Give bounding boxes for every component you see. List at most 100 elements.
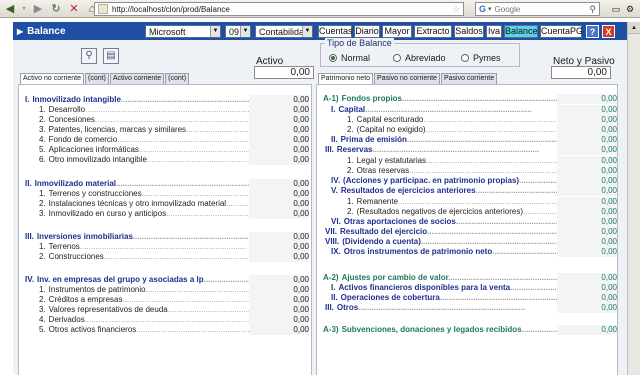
row-value: 0,00 — [557, 237, 617, 247]
row-number: III. — [325, 303, 334, 312]
leader-dots: ........................................… — [146, 155, 251, 164]
page-title: Balance — [27, 25, 66, 37]
tab-saldos[interactable]: Saldos — [454, 25, 484, 38]
row-value: 0,00 — [249, 252, 309, 262]
radio-abreviado[interactable]: Abreviado — [393, 53, 446, 63]
magnifier-icon[interactable]: ⚲ — [81, 48, 97, 64]
tab-pasivo-corriente[interactable]: Pasivo corriente — [440, 73, 498, 84]
row-label: Inmovilizado intangible — [32, 95, 121, 104]
bookmark-star-icon[interactable]: ☆ — [452, 4, 460, 15]
row-number: 1. — [347, 197, 354, 206]
row-value: 0,00 — [557, 273, 617, 283]
app-title: ▶ Balance — [17, 26, 66, 37]
row-label: Capital escriturado — [356, 115, 424, 124]
balance-row: 3. Valores representativos de deuda......… — [39, 305, 251, 315]
tab-iva[interactable]: Iva — [486, 25, 502, 38]
scrollbar[interactable]: ▲ — [627, 22, 640, 375]
row-label: Otras aportaciones de socios — [343, 217, 456, 226]
page-icon[interactable]: ▭ — [611, 3, 621, 15]
leader-dots: ........................................… — [79, 242, 247, 251]
url-text: http://localhost/clon/prod/Balance — [112, 4, 230, 14]
row-label: Derivados — [48, 315, 85, 324]
balance-row: 1. Terrenos y construcciones.............… — [39, 189, 251, 199]
row-value: 0,00 — [249, 125, 309, 135]
row-number: 2. — [39, 115, 46, 124]
tipo-balance-group: Tipo de Balance Normal Abreviado Pymes — [320, 38, 520, 67]
row-number: A-2) — [323, 273, 339, 282]
tab-balance[interactable]: Balance — [504, 25, 538, 38]
leader-dots: ........................................… — [439, 293, 561, 302]
search-engine-icon[interactable]: G — [479, 4, 486, 14]
radio-normal[interactable]: Normal — [329, 53, 370, 63]
balance-row: A-1) Fondos propios......................… — [323, 94, 561, 104]
tab-cuentas[interactable]: Cuentas — [318, 25, 353, 38]
row-label: Remanente — [356, 197, 399, 206]
tab-activo-corriente[interactable]: Activo corriente — [109, 73, 165, 84]
balance-row: IV. (Acciones y participac. en patrimonio… — [331, 176, 561, 186]
row-value: 0,00 — [249, 305, 309, 315]
back-icon[interactable]: ◀ — [2, 1, 18, 17]
row-number: 4. — [39, 315, 46, 324]
row-number: 1. — [39, 285, 46, 294]
period-select[interactable]: 09 ▼ — [225, 25, 251, 38]
row-value: 0,00 — [557, 283, 617, 293]
tab-extracto[interactable]: Extracto — [414, 25, 452, 38]
leader-dots: ........................................… — [365, 105, 532, 114]
org-select[interactable]: Microsoft ▼ — [145, 25, 221, 38]
stop-icon[interactable]: ✕ — [66, 1, 82, 17]
reload-icon[interactable]: ↻ — [48, 1, 64, 17]
row-number: VI. — [331, 217, 341, 226]
url-bar[interactable]: http://localhost/clon/prod/Balance ☆ — [94, 2, 464, 16]
row-value: 0,00 — [557, 217, 617, 227]
search-input[interactable] — [494, 4, 565, 14]
chevron-down-icon: ▼ — [302, 26, 312, 37]
tab-cuentapg[interactable]: CuentaPG — [540, 25, 583, 38]
pasivo-tabs: Patrimonio neto Pasivo no corriente Pasi… — [318, 73, 498, 84]
tab-patrimonio-neto[interactable]: Patrimonio neto — [318, 73, 374, 84]
leader-dots: ........................................… — [398, 197, 561, 206]
leader-dots: ........................................… — [519, 176, 561, 185]
row-label: Activos financieros disponibles para la … — [338, 283, 511, 292]
back-dropdown-icon[interactable]: ▾ — [20, 1, 28, 17]
search-icon[interactable]: ⚲ — [589, 4, 596, 15]
row-number: 2. — [347, 166, 354, 175]
tab-mayor[interactable]: Mayor — [382, 25, 412, 38]
leader-dots: ........................................… — [85, 105, 251, 114]
row-number: 2. — [347, 125, 354, 134]
search-engine-dropdown-icon[interactable]: ▾ — [488, 5, 492, 13]
tipo-balance-legend: Tipo de Balance — [325, 38, 394, 48]
row-number: IV. — [25, 275, 35, 284]
row-number: 2. — [347, 207, 354, 216]
close-icon[interactable]: X — [602, 25, 615, 38]
leader-dots: ........................................… — [117, 135, 251, 144]
search-box[interactable]: G ▾ ⚲ — [475, 2, 600, 16]
help-icon[interactable]: ? — [586, 25, 599, 38]
radio-pymes[interactable]: Pymes — [461, 53, 501, 63]
pasivo-panel: A-1) Fondos propios......................… — [316, 84, 618, 375]
tab-activo-corriente-cont[interactable]: (cont) — [165, 73, 190, 84]
row-number: IX. — [331, 247, 341, 256]
tools-icon[interactable]: ⚙ — [625, 3, 635, 15]
tab-activo-no-corriente-cont[interactable]: (cont) — [84, 73, 109, 84]
row-number: 1. — [347, 115, 354, 124]
tab-diario[interactable]: Diario — [354, 25, 380, 38]
favicon-icon — [98, 4, 108, 14]
balance-row: 3. Inmovilizado en curso y anticipos.....… — [39, 209, 251, 219]
leader-dots: ........................................… — [402, 94, 561, 103]
row-label: Concesiones — [48, 115, 95, 124]
neto-pasivo-total: 0,00 — [551, 66, 611, 79]
forward-icon[interactable]: ▶ — [30, 1, 46, 17]
printer-icon[interactable]: ▤ — [103, 48, 119, 64]
tab-pasivo-no-corriente[interactable]: Pasivo no corriente — [374, 73, 440, 84]
module-select[interactable]: Contabilidad ▼ — [255, 25, 313, 38]
row-value: 0,00 — [557, 186, 617, 196]
balance-row: 2. (Capital no exigido)..................… — [347, 125, 561, 135]
scroll-up-icon[interactable]: ▲ — [628, 22, 640, 34]
row-label: Capital — [338, 105, 366, 114]
row-value: 0,00 — [557, 293, 617, 303]
row-value: 0,00 — [249, 145, 309, 155]
leader-dots: ........................................… — [522, 207, 561, 216]
tab-activo-no-corriente[interactable]: Activo no corriente — [20, 73, 84, 84]
row-label: Prima de emisión — [340, 135, 407, 144]
balance-row: 4. Fondo de comercio.....................… — [39, 135, 251, 145]
